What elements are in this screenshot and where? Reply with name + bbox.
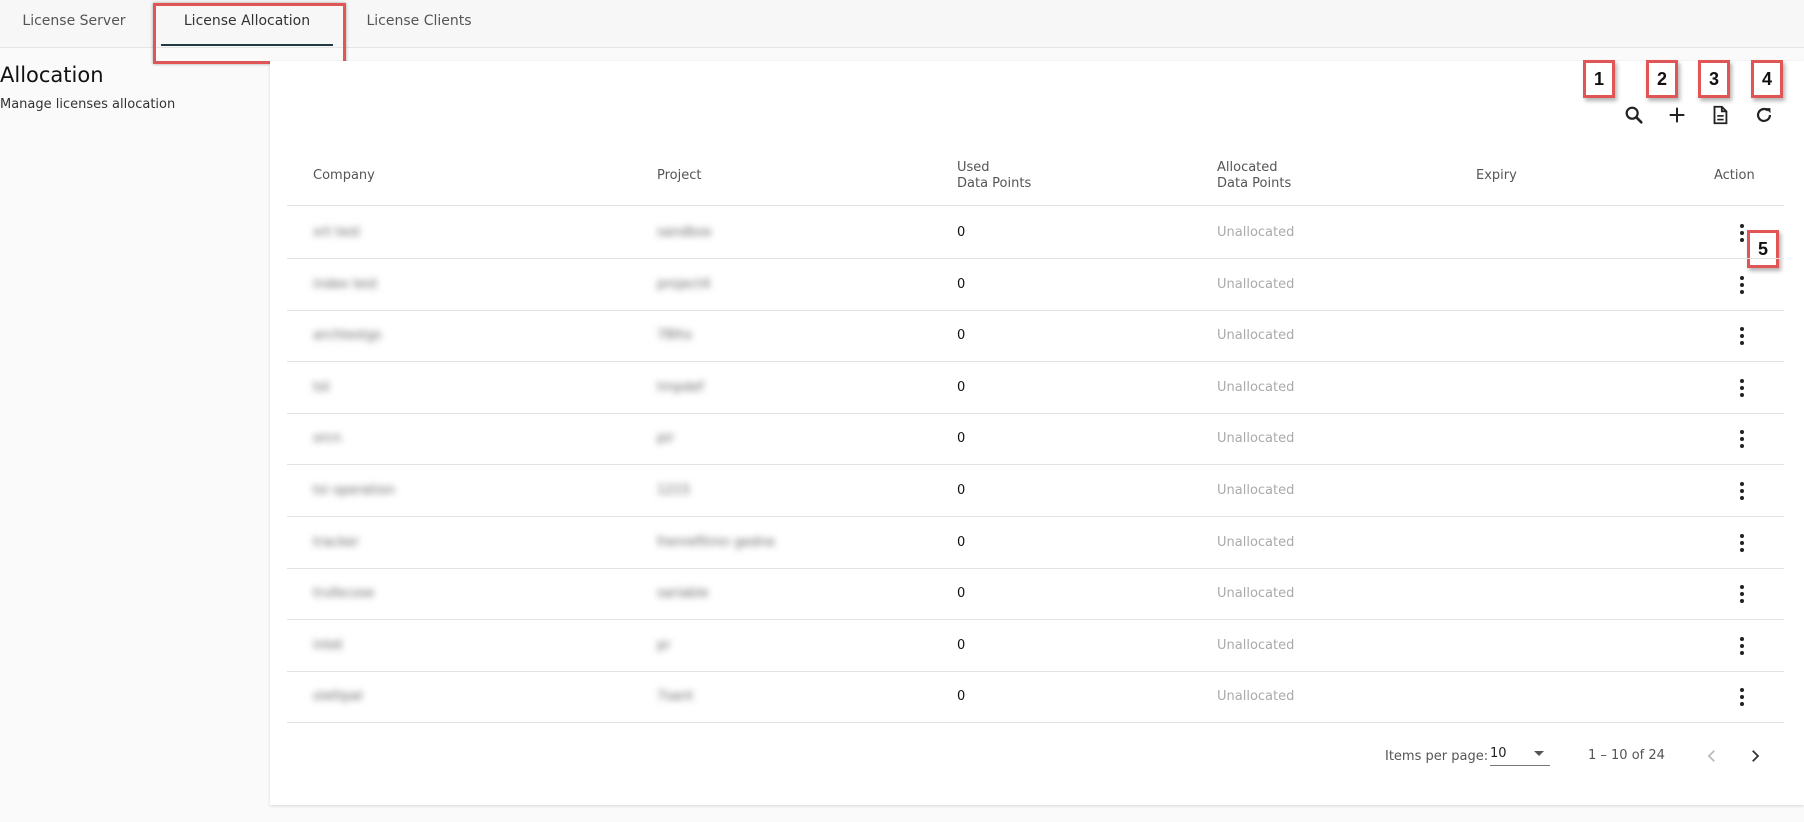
table-row: trufecose sariable 0 Unallocated	[287, 568, 1784, 621]
table-row: archtestgs 78lhs 0 Unallocated	[287, 310, 1784, 363]
project-cell: pr	[657, 637, 671, 653]
column-used-line-2: Data Points	[957, 176, 1032, 191]
company-cell: index test	[313, 276, 378, 292]
column-company[interactable]: Company	[313, 168, 375, 184]
used-data-points-cell: 0	[957, 431, 966, 447]
table-row: oiettpal 7sant 0 Unallocated	[287, 671, 1784, 724]
used-data-points-cell: 0	[957, 637, 966, 653]
next-page-button[interactable]	[1741, 742, 1769, 770]
used-data-points-cell: 0	[957, 379, 966, 395]
items-per-page-label: Items per page:	[1385, 749, 1489, 764]
tab-license-clients[interactable]: License Clients	[360, 0, 478, 44]
company-cell: trufecose	[313, 586, 375, 602]
page-subtitle: Manage licenses allocation	[0, 97, 176, 112]
add-icon	[1669, 107, 1685, 123]
refresh-button[interactable]	[1749, 100, 1779, 130]
dropdown-caret-icon	[1534, 751, 1544, 756]
allocated-data-points-cell: Unallocated	[1217, 328, 1295, 344]
allocated-data-points-cell: Unallocated	[1217, 379, 1295, 395]
column-allocated-line-2: Data Points	[1217, 176, 1292, 191]
table-row: xrt test sandbox 0 Unallocated	[287, 207, 1784, 259]
document-icon	[1713, 105, 1728, 125]
allocated-data-points-cell: Unallocated	[1217, 637, 1295, 653]
tab-license-server[interactable]: License Server	[18, 0, 130, 44]
top-navigation: License Server License Allocation Licens…	[0, 0, 1804, 48]
row-actions-menu-icon[interactable]	[1730, 479, 1754, 503]
project-cell: sariable	[657, 586, 709, 602]
used-data-points-cell: 0	[957, 483, 966, 498]
allocated-data-points-cell: Unallocated	[1217, 534, 1295, 550]
table-row: index test project4 0 Unallocated	[287, 259, 1784, 311]
column-used-line-1: Used	[957, 160, 990, 175]
table-row: tst tmpdef 0 Unallocated	[287, 362, 1784, 414]
row-actions-menu-icon[interactable]	[1730, 531, 1754, 555]
previous-page-button[interactable]	[1698, 742, 1726, 770]
items-per-page-select[interactable]: 10	[1490, 742, 1550, 766]
used-data-points-cell: 0	[957, 534, 966, 550]
company-cell: xrt test	[313, 225, 361, 240]
allocated-data-points-cell: Unallocated	[1217, 689, 1295, 705]
row-actions-menu-icon[interactable]	[1730, 376, 1754, 400]
marker-2: 2	[1646, 60, 1678, 98]
project-cell: tmpdef	[657, 379, 704, 395]
add-button[interactable]	[1662, 100, 1692, 130]
used-data-points-cell: 0	[957, 689, 966, 705]
column-allocated-line-1: Allocated	[1217, 160, 1278, 175]
row-actions-menu-icon[interactable]	[1730, 324, 1754, 348]
marker-3: 3	[1698, 60, 1730, 98]
project-cell: project4	[657, 276, 711, 292]
marker-1: 1	[1583, 60, 1615, 98]
tab-license-allocation[interactable]: License Allocation	[161, 0, 333, 46]
column-action: Action	[1714, 168, 1755, 183]
table-row: tsi operation 1215 0 Unallocated	[287, 465, 1784, 517]
project-cell: 78lhs	[657, 328, 693, 344]
report-button[interactable]	[1705, 100, 1735, 130]
company-cell: tracker	[313, 534, 359, 550]
page-title: Allocation	[0, 63, 104, 87]
table-header: Company Project Used Data Points Allocat…	[287, 150, 1784, 206]
marker-4: 4	[1751, 60, 1783, 98]
column-project[interactable]: Project	[657, 168, 701, 184]
company-cell: orcn	[313, 431, 342, 447]
project-cell: frenrefitmn gedne	[657, 534, 775, 550]
project-cell: pir	[657, 431, 675, 447]
chevron-left-icon	[1707, 750, 1715, 762]
table-row: tracker frenrefitmn gedne 0 Unallocated	[287, 517, 1784, 569]
chevron-right-icon	[1752, 750, 1760, 762]
company-cell: tst	[313, 379, 330, 395]
column-used-data-points[interactable]: Used Data Points	[957, 160, 1031, 192]
allocated-data-points-cell: Unallocated	[1217, 225, 1295, 240]
company-cell: intet	[313, 637, 344, 653]
row-actions-menu-icon[interactable]	[1730, 273, 1754, 297]
company-cell: tsi operation	[313, 483, 396, 498]
allocated-data-points-cell: Unallocated	[1217, 483, 1295, 498]
company-cell: archtestgs	[313, 328, 382, 344]
row-actions-menu-icon[interactable]	[1730, 634, 1754, 658]
column-expiry[interactable]: Expiry	[1476, 168, 1517, 184]
search-button[interactable]	[1619, 100, 1649, 130]
used-data-points-cell: 0	[957, 586, 966, 602]
allocated-data-points-cell: Unallocated	[1217, 276, 1295, 292]
row-actions-menu-icon[interactable]	[1730, 221, 1754, 245]
used-data-points-cell: 0	[957, 225, 966, 240]
project-cell: 7sant	[657, 689, 694, 705]
table-row: orcn pir 0 Unallocated	[287, 413, 1784, 466]
row-actions-menu-icon[interactable]	[1730, 582, 1754, 606]
allocated-data-points-cell: Unallocated	[1217, 586, 1295, 602]
column-allocated-data-points[interactable]: Allocated Data Points	[1217, 160, 1291, 192]
used-data-points-cell: 0	[957, 276, 966, 292]
company-cell: oiettpal	[313, 689, 363, 705]
refresh-icon	[1756, 107, 1772, 122]
pagination-range: 1 – 10 of 24	[1588, 748, 1665, 763]
search-icon	[1625, 106, 1643, 124]
table-row: intet pr 0 Unallocated	[287, 620, 1784, 672]
project-cell: sandbox	[657, 225, 712, 240]
row-actions-menu-icon[interactable]	[1730, 685, 1754, 709]
allocated-data-points-cell: Unallocated	[1217, 431, 1295, 447]
used-data-points-cell: 0	[957, 328, 966, 344]
items-per-page-value: 10	[1490, 746, 1507, 761]
row-actions-menu-icon[interactable]	[1730, 427, 1754, 451]
project-cell: 1215	[657, 483, 691, 498]
